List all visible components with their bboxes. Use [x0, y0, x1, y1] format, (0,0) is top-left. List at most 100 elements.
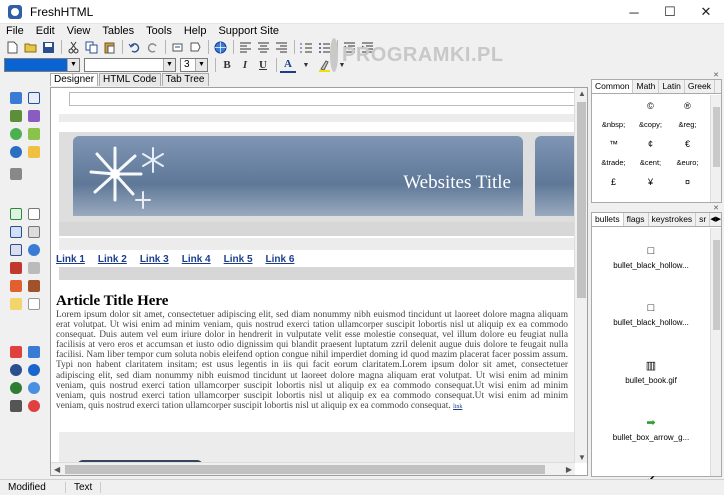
form-image-button-icon[interactable]	[10, 280, 22, 292]
form-select-icon[interactable]	[28, 226, 40, 238]
form-textbox-icon[interactable]	[10, 208, 22, 220]
symbol-cell[interactable]: £	[596, 172, 631, 191]
underline-button[interactable]: U	[255, 57, 271, 73]
symbol-cell[interactable]: ¥	[633, 172, 668, 191]
tab-designer[interactable]: Designer	[50, 73, 99, 86]
insert-form-icon[interactable]	[10, 110, 22, 122]
italic-button[interactable]: I	[237, 57, 253, 73]
symbol-cell[interactable]: ®	[670, 96, 705, 115]
save-icon[interactable]	[40, 39, 56, 55]
tab-sr[interactable]: sr	[696, 213, 711, 226]
panel-grip-icon[interactable]: ✕	[713, 71, 719, 79]
insert-flash-icon[interactable]	[10, 128, 22, 140]
nav-link-2[interactable]: Link 2	[98, 254, 127, 265]
special-char-icon[interactable]	[10, 346, 22, 358]
symbol-cell[interactable]: ™	[596, 134, 631, 153]
tab-greek[interactable]: Greek	[685, 80, 715, 93]
font-size-dropdown[interactable]: 3 ▼	[180, 58, 208, 72]
indent-icon[interactable]	[359, 39, 375, 55]
cut-icon[interactable]	[65, 39, 81, 55]
form-password-icon[interactable]	[28, 298, 40, 310]
insert-link-icon[interactable]	[169, 39, 185, 55]
scroll-thumb[interactable]	[577, 102, 586, 298]
designer-canvas[interactable]: Websites Title Link 1 Link 2 Link 3 Link…	[50, 87, 588, 476]
tab-common[interactable]: Common	[592, 80, 634, 93]
insert-anchor-icon[interactable]	[187, 39, 203, 55]
align-center-icon[interactable]	[255, 39, 271, 55]
form-hidden-icon[interactable]	[10, 262, 22, 274]
insert-script-icon[interactable]	[10, 168, 22, 180]
bullet-list-icon[interactable]	[316, 39, 332, 55]
nav-link-5[interactable]: Link 5	[224, 254, 253, 265]
bullet-list-item[interactable]: □ bullet_black_hollow...	[592, 229, 710, 286]
symbol-cell[interactable]: ¢	[633, 134, 668, 153]
symbol-cell[interactable]: &copy;	[633, 115, 668, 134]
form-radio-icon[interactable]	[28, 244, 40, 256]
marquee-icon[interactable]	[10, 400, 22, 412]
menu-support-site[interactable]: Support Site	[212, 24, 285, 38]
menu-help[interactable]: Help	[178, 24, 213, 38]
menu-file[interactable]: File	[0, 24, 30, 38]
style-dropdown[interactable]: ▼	[4, 58, 80, 72]
symbol-cell[interactable]: &reg;	[670, 115, 705, 134]
insert-anchor-icon[interactable]	[10, 146, 22, 158]
scroll-thumb[interactable]	[65, 465, 545, 474]
bold-button[interactable]: B	[219, 57, 235, 73]
tab-tag-tree[interactable]: Tab Tree	[161, 73, 209, 86]
horizontal-rule-icon[interactable]	[10, 382, 22, 394]
undo-icon[interactable]	[126, 39, 142, 55]
panel-grip-icon[interactable]: ✕	[713, 204, 719, 212]
form-textarea-icon[interactable]	[28, 208, 40, 220]
symbol-cell[interactable]: &cent;	[633, 153, 668, 172]
paste-icon[interactable]	[101, 39, 117, 55]
nav-link-6[interactable]: Link 6	[266, 254, 295, 265]
form-fieldset-icon[interactable]	[28, 280, 40, 292]
font-color-chevron-icon[interactable]: ▼	[298, 57, 314, 73]
font-dropdown[interactable]: ▼	[84, 58, 176, 72]
browser-preview-icon[interactable]	[28, 382, 40, 394]
bullet-list-item[interactable]: □ bullet_black_hollow...	[592, 286, 710, 343]
tab-keystrokes[interactable]: keystrokes	[649, 213, 697, 226]
insert-frame-icon[interactable]	[28, 110, 40, 122]
insert-table-icon[interactable]	[28, 92, 40, 104]
opera-preview-icon[interactable]	[28, 400, 40, 412]
scroll-up-icon[interactable]: ▲	[578, 89, 586, 98]
font-color-button[interactable]: A	[280, 57, 296, 73]
symbol-cell[interactable]: &euro;	[670, 153, 705, 172]
menu-tables[interactable]: Tables	[96, 24, 140, 38]
nav-link-1[interactable]: Link 1	[56, 254, 85, 265]
form-checkbox-icon[interactable]	[10, 244, 22, 256]
minimize-button[interactable]: ─	[616, 0, 652, 24]
tab-bullets[interactable]: bullets	[592, 213, 624, 226]
editor-vertical-scrollbar[interactable]: ▲ ▼	[574, 88, 587, 463]
symbol-cell[interactable]: ©	[633, 96, 668, 115]
comment-icon[interactable]	[10, 364, 22, 376]
nav-link-4[interactable]: Link 4	[182, 254, 211, 265]
redo-icon[interactable]	[144, 39, 160, 55]
symbol-cell[interactable]: €	[670, 134, 705, 153]
ie-preview-icon[interactable]	[28, 364, 40, 376]
editor-horizontal-scrollbar[interactable]: ◀ ▶	[51, 462, 575, 475]
align-left-icon[interactable]	[237, 39, 253, 55]
open-folder-icon[interactable]	[22, 39, 38, 55]
scroll-thumb[interactable]	[713, 240, 720, 330]
tab-scroll-arrows-icon[interactable]: ◀▶	[710, 213, 723, 226]
tab-math[interactable]: Math	[633, 80, 660, 93]
menu-view[interactable]: View	[61, 24, 97, 38]
highlight-icon[interactable]	[316, 57, 332, 73]
tab-latin[interactable]: Latin	[659, 80, 685, 93]
numbered-list-icon[interactable]	[298, 39, 314, 55]
scroll-left-icon[interactable]: ◀	[54, 465, 60, 474]
form-file-icon[interactable]	[28, 262, 40, 274]
article-link[interactable]: link	[453, 404, 462, 410]
outdent-icon[interactable]	[341, 39, 357, 55]
nav-link-3[interactable]: Link 3	[140, 254, 169, 265]
bullet-list-item[interactable]: ▥ bullet_book.gif	[592, 343, 710, 400]
scroll-thumb[interactable]	[713, 107, 720, 167]
symbol-cell[interactable]: &trade;	[596, 153, 631, 172]
close-button[interactable]: ✕	[688, 0, 724, 24]
form-label-icon[interactable]	[10, 298, 22, 310]
align-right-icon[interactable]	[273, 39, 289, 55]
bullets-scrollbar[interactable]	[710, 228, 721, 476]
tab-html-code[interactable]: HTML Code	[99, 73, 161, 86]
